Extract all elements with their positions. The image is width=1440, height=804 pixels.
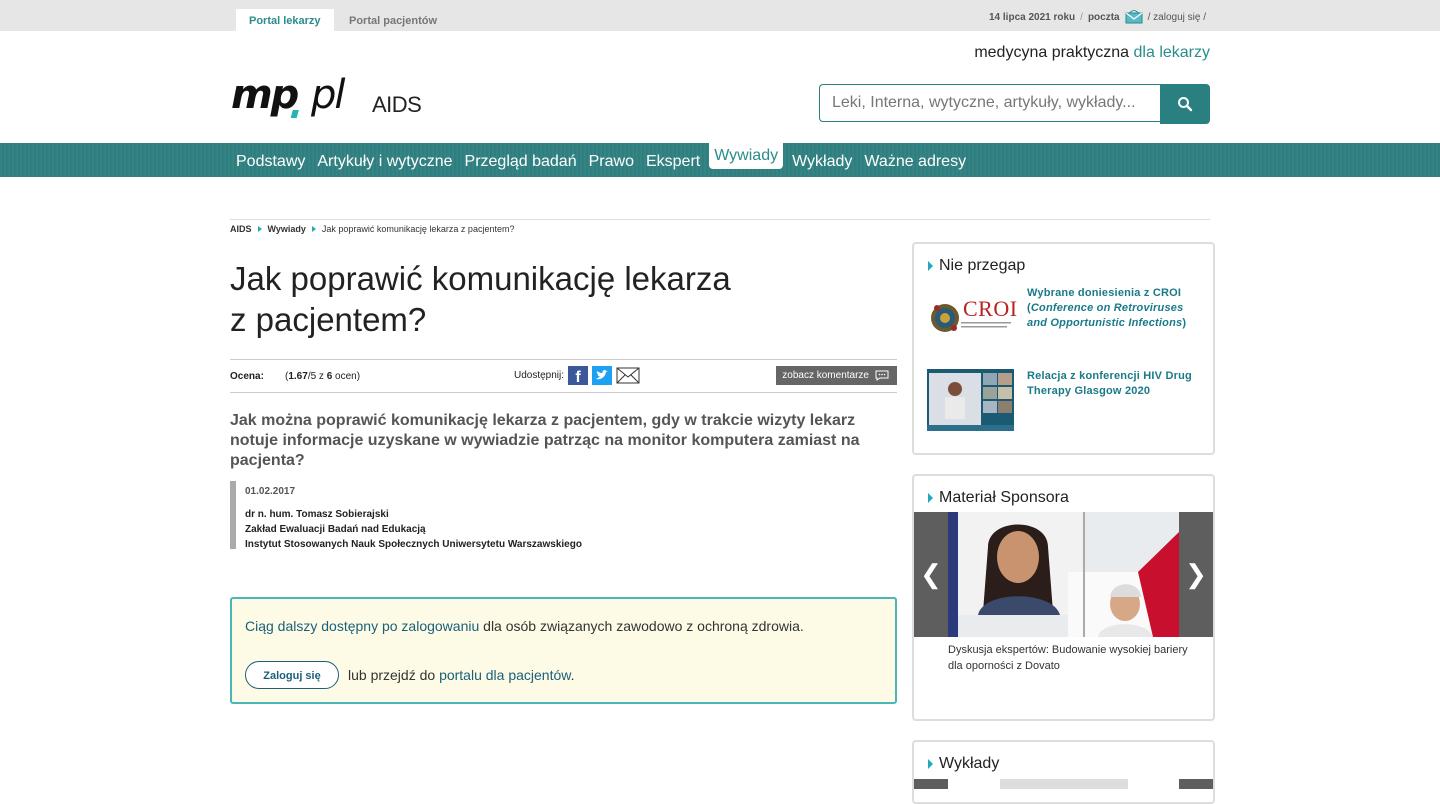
twitter-icon[interactable] [592, 366, 613, 385]
news-glasgow-text: Relacja z konferencji HIV Drug Therapy G… [1027, 370, 1192, 397]
patient-portal-notice: lub przejdź do portalu dla pacjentów. [348, 667, 575, 683]
lectures-carousel-image[interactable] [1000, 779, 1128, 789]
envelope-icon[interactable] [1125, 9, 1143, 24]
lectures-carousel-next[interactable] [1179, 779, 1213, 789]
share-label: Udostępnij: [514, 370, 565, 381]
author-name: dr n. hum. Tomasz Sobierajski [245, 509, 389, 520]
patient-portal-dot: . [570, 667, 575, 683]
article-date: 01.02.2017 [245, 486, 296, 497]
login-button[interactable]: Zaloguj się [245, 661, 339, 689]
facebook-icon[interactable]: f [568, 366, 589, 386]
breadcrumb: AIDS Wywiady Jak poprawić komunikację le… [230, 224, 514, 234]
title-line-2: z pacjentem? [230, 301, 427, 338]
lectures-title: Wykłady [928, 755, 999, 773]
search-bar [819, 84, 1210, 124]
news-item-glasgow[interactable]: Relacja z konferencji HIV Drug Therapy G… [927, 369, 1202, 439]
patient-portal-text: lub przejdź do [348, 667, 440, 683]
dont-miss-box: Nie przegap CROI Wybrane doniesienia z C… [912, 242, 1215, 455]
breadcrumb-arrow-icon [311, 226, 316, 232]
dont-miss-title-text: Nie przegap [939, 257, 1026, 274]
rating-value: (1.67/5 z 6 ocen) [285, 371, 360, 382]
top-right-links: 14 lipca 2021 roku / poczta / zaloguj si… [989, 9, 1206, 24]
rating-end: ocen) [332, 371, 361, 382]
current-date: 14 lipca 2021 roku [989, 11, 1076, 23]
croi-logo-text: CROI [963, 296, 1018, 321]
lectures-title-text: Wykłady [939, 755, 1000, 772]
breadcrumb-wywiady[interactable]: Wywiady [268, 224, 306, 234]
conference-thumbnail [927, 369, 1014, 431]
login-required-box: Ciąg dalszy dostępny po zalogowaniu dla … [230, 597, 897, 704]
arrow-icon [928, 493, 933, 503]
author-info: dr n. hum. Tomasz Sobierajski Zakład Ewa… [245, 507, 582, 552]
login-notice: Ciąg dalszy dostępny po zalogowaniu dla … [245, 618, 804, 634]
mp-pl-logo[interactable]: mp pl [231, 72, 361, 128]
news-croi-b: ) [1182, 317, 1187, 329]
arrow-icon [928, 261, 933, 271]
search-input[interactable] [819, 84, 1162, 122]
carousel-image[interactable] [948, 512, 1179, 637]
sponsor-carousel: ❮ ❯ [914, 512, 1213, 637]
page-title: Jak poprawić komunikację lekarza z pacjen… [230, 258, 830, 340]
news-item-croi[interactable]: CROI Wybrane doniesienia z CROI (Confere… [927, 286, 1202, 356]
main-nav: Podstawy Artykuły i wytyczne Przegląd ba… [0, 143, 1440, 177]
nav-wywiady[interactable]: Wywiady [709, 143, 784, 169]
mail-link[interactable]: poczta [1088, 12, 1120, 23]
comments-label: zobacz komentarze [782, 370, 869, 381]
sponsor-title-text: Materiał Sponsora [939, 489, 1069, 506]
login-notice-link[interactable]: Ciąg dalszy dostępny po zalogowaniu [245, 618, 479, 634]
divider [230, 219, 1210, 220]
rating-mid: /5 z [307, 371, 327, 382]
carousel-caption[interactable]: Dyskusja ekspertów: Budowanie wysokiej b… [948, 642, 1188, 674]
croi-logo: CROI [927, 286, 1017, 348]
share-bar: Udostępnij: f [514, 366, 640, 386]
rating-label: Ocena: [230, 371, 264, 382]
sponsor-title: Materiał Sponsora [928, 489, 1069, 507]
search-button[interactable] [1160, 84, 1210, 124]
nav-podstawy[interactable]: Podstawy [230, 143, 311, 177]
svg-text:mp: mp [231, 72, 299, 118]
nav-wazne-adresy[interactable]: Ważne adresy [858, 143, 972, 177]
tab-portal-pacjentow[interactable]: Portal pacjentów [336, 9, 450, 31]
patient-portal-link[interactable]: portalu dla pacjentów [439, 667, 571, 683]
title-line-1: Jak poprawić komunikację lekarza [230, 260, 731, 297]
nav-artykuly[interactable]: Artykuły i wytyczne [311, 143, 458, 177]
login-link[interactable]: / zaloguj się / [1148, 12, 1206, 23]
nav-przeglad-badan[interactable]: Przegląd badań [459, 143, 583, 177]
article-meta: 01.02.2017 dr n. hum. Tomasz Sobierajski… [230, 481, 736, 552]
author-affiliation-2: Instytut Stosowanych Nauk Społecznych Un… [245, 539, 582, 550]
tab-portal-lekarzy[interactable]: Portal lekarzy [236, 9, 334, 31]
article-lead: Jak można poprawić komunikację lekarza z… [230, 412, 860, 469]
dont-miss-title: Nie przegap [928, 257, 1025, 275]
lectures-box: Wykłady [912, 740, 1215, 804]
author-affiliation-1: Zakład Ewaluacji Badań nad Edukacją [245, 524, 426, 535]
rating-score: 1.67 [288, 371, 308, 382]
sponsor-box: Materiał Sponsora ❮ ❯ Dyskusja ekspertów… [912, 474, 1215, 721]
email-share-icon[interactable] [616, 366, 640, 385]
svg-text:f: f [575, 369, 581, 385]
nav-wyklady[interactable]: Wykłady [786, 143, 858, 177]
breadcrumb-aids[interactable]: AIDS [230, 224, 252, 234]
carousel-next-button[interactable]: ❯ [1179, 512, 1213, 637]
tagline-accent: dla lekarzy [1133, 44, 1210, 61]
see-comments-button[interactable]: zobacz komentarze [776, 366, 897, 385]
breadcrumb-arrow-icon [257, 226, 262, 232]
carousel-prev-button[interactable]: ❮ [914, 512, 948, 637]
nav-prawo[interactable]: Prawo [583, 143, 640, 177]
nav-ekspert[interactable]: Ekspert [640, 143, 706, 177]
separator: / [1080, 11, 1083, 23]
breadcrumb-current: Jak poprawić komunikację lekarza z pacje… [321, 224, 515, 234]
svg-text:pl: pl [310, 72, 345, 118]
rating-bar: Ocena: (1.67/5 z 6 ocen) Udostępnij: f z… [230, 359, 897, 393]
news-croi-text: Wybrane doniesienia z CROI (Conference o… [1027, 286, 1197, 331]
tagline: medycyna praktyczna dla lekarzy [974, 44, 1210, 62]
search-icon [1178, 97, 1193, 112]
top-bar: Portal lekarzy Portal pacjentów 14 lipca… [0, 0, 1440, 31]
lectures-carousel-prev[interactable] [914, 779, 948, 789]
login-notice-text: dla osób związanych zawodowo z ochroną z… [479, 618, 804, 634]
speech-bubble-icon [875, 370, 889, 381]
arrow-icon [928, 759, 933, 769]
news-croi-italic: Conference on Retroviruses and Opportuni… [1027, 302, 1184, 329]
section-name: AIDS [372, 92, 422, 117]
tagline-main: medycyna praktyczna [974, 44, 1134, 61]
